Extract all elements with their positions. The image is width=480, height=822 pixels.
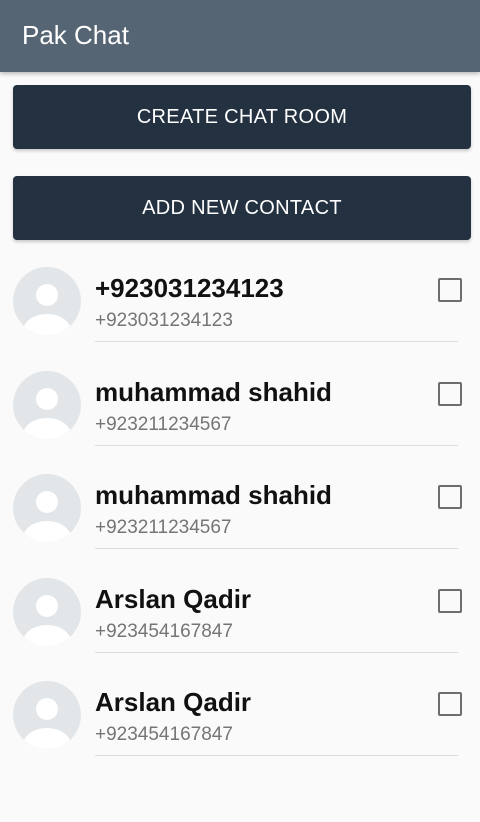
contact-select-checkbox[interactable]: [438, 278, 462, 302]
contact-item[interactable]: muhammad shahid +923211234567: [0, 465, 480, 569]
contact-name: Arslan Qadir: [95, 687, 252, 717]
contact-phone: +923211234567: [95, 413, 232, 435]
contact-select-checkbox[interactable]: [438, 485, 462, 509]
create-chat-room-button[interactable]: CREATE CHAT ROOM: [13, 85, 471, 149]
contact-phone: +923454167847: [95, 724, 233, 745]
contact-item[interactable]: +923031234123 +923031234123: [0, 258, 480, 362]
contact-phone: +923031234123: [95, 310, 233, 331]
app-title: Pak Chat: [22, 20, 129, 50]
divider: [95, 548, 458, 549]
divider: [95, 755, 458, 756]
contact-item[interactable]: muhammad shahid +923211234567: [0, 362, 480, 466]
contact-name: muhammad shahid: [95, 480, 332, 510]
contact-select-checkbox[interactable]: [438, 381, 462, 406]
contact-list: +923031234123 +923031234123 muhammad sha…: [0, 258, 480, 776]
divider: [95, 341, 458, 342]
person-placeholder-icon: [13, 474, 81, 542]
contact-item[interactable]: Arslan Qadir +923454167847: [0, 672, 480, 776]
add-new-contact-button[interactable]: ADD NEW CONTACT: [13, 176, 471, 240]
app-bar: Pak Chat: [0, 0, 480, 72]
person-placeholder-icon: [13, 681, 81, 749]
contact-name: +923031234123: [95, 273, 284, 303]
divider: [95, 651, 458, 653]
person-placeholder-icon: [13, 370, 81, 439]
contact-phone: +923454167847: [95, 620, 233, 642]
person-placeholder-icon: [13, 577, 81, 646]
contact-name: Arslan Qadir: [95, 583, 252, 614]
contact-phone: +923211234567: [95, 517, 232, 538]
contact-item[interactable]: Arslan Qadir +923454167847: [0, 569, 480, 673]
person-placeholder-icon: [13, 267, 81, 335]
contact-select-checkbox[interactable]: [438, 588, 462, 613]
contact-select-checkbox[interactable]: [438, 692, 462, 716]
divider: [95, 444, 458, 446]
contact-name: muhammad shahid: [95, 376, 332, 407]
